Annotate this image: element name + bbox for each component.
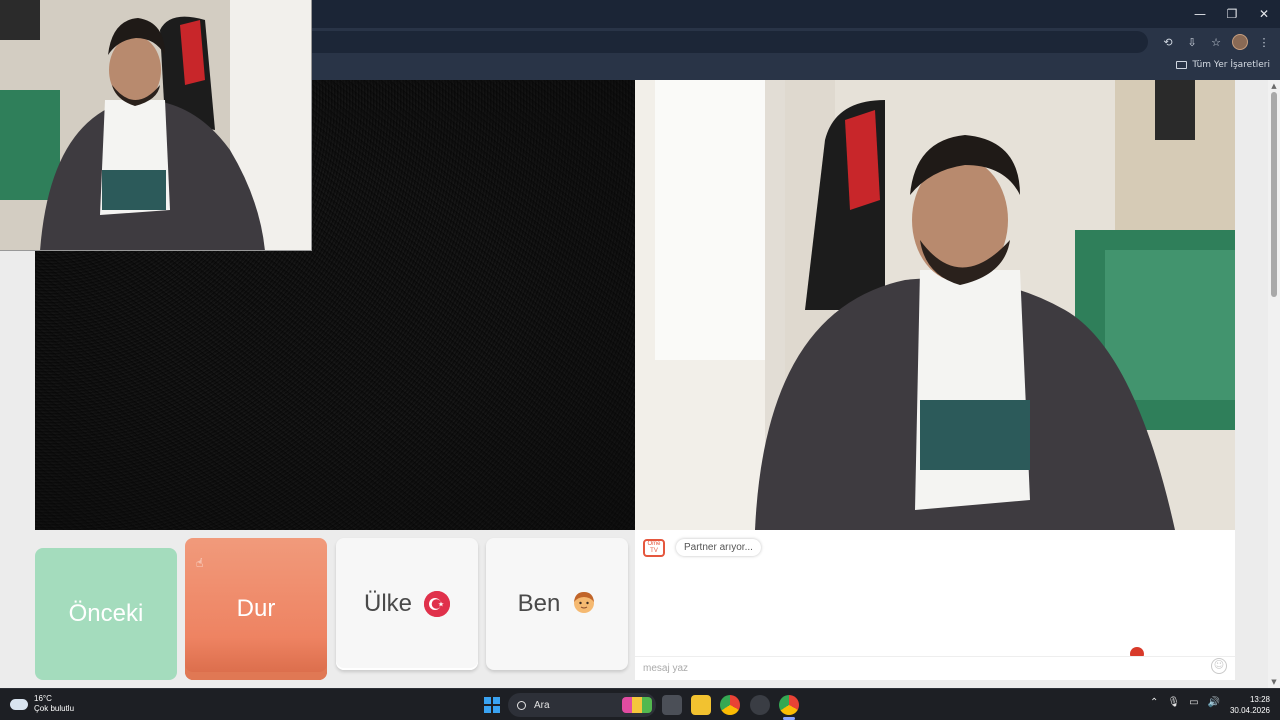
boy-face-icon [572, 590, 596, 618]
file-explorer-icon[interactable] [691, 695, 711, 715]
turkey-flag-icon [424, 591, 450, 617]
windows-taskbar: 16°C Çok bulutlu Ara ⌃ 🎙 ▭ 🔊 13:28 30.04… [0, 688, 1280, 720]
stop-button[interactable]: Dur [185, 538, 327, 680]
cloud-icon [10, 698, 28, 710]
ometv-logo-icon: Ome TV [643, 539, 665, 557]
message-input[interactable]: mesaj yaz [635, 656, 1235, 680]
translate-icon[interactable]: ⟲ [1158, 32, 1178, 52]
scroll-down-icon[interactable]: ▼ [1270, 678, 1278, 686]
profile-avatar-icon[interactable] [1230, 32, 1250, 52]
partner-video-image [635, 80, 1235, 530]
message-input-placeholder: mesaj yaz [643, 663, 689, 674]
windows-start-icon[interactable] [484, 697, 500, 713]
tulips-icon [622, 697, 652, 713]
system-tray: ⌃ 🎙 ▭ 🔊 [1150, 697, 1220, 708]
self-camera-preview [0, 0, 312, 251]
chat-panel: Ome TV Partner arıyor... mesaj yaz ☺ [635, 530, 1235, 680]
timer-app-icon[interactable] [750, 695, 770, 715]
country-button[interactable]: Ülke [336, 538, 478, 670]
display-icon[interactable]: ▭ [1189, 697, 1198, 708]
chat-status-message: Partner arıyor... [676, 539, 761, 556]
taskbar-search-label: Ara [534, 699, 550, 711]
me-button-label: Ben [517, 590, 561, 617]
partner-video [635, 80, 1235, 530]
previous-button-label: Önceki [68, 600, 144, 627]
chrome-icon[interactable] [720, 695, 740, 715]
task-view-icon[interactable] [662, 695, 682, 715]
all-bookmarks-button[interactable]: Tüm Yer İşaretleri [1176, 60, 1270, 70]
self-camera-image [0, 0, 311, 250]
all-bookmarks-label: Tüm Yer İşaretleri [1192, 60, 1270, 70]
chevron-up-icon[interactable]: ⌃ [1150, 697, 1158, 708]
restore-button[interactable]: ❐ [1216, 0, 1248, 28]
window-controls: — ❐ ✕ [1184, 0, 1280, 28]
clock-date: 30.04.2026 [1229, 706, 1270, 715]
close-button[interactable]: ✕ [1248, 0, 1280, 28]
volume-icon[interactable]: 🔊 [1208, 697, 1220, 708]
weather-description: Çok bulutlu [34, 704, 75, 713]
scroll-up-icon[interactable]: ▲ [1270, 82, 1278, 90]
menu-kebab-icon[interactable]: ⋮ [1254, 32, 1274, 52]
system-clock[interactable]: 13:28 30.04.2026 [1230, 694, 1270, 716]
me-button[interactable]: Ben [486, 538, 628, 670]
emoji-icon[interactable]: ☺ [1211, 658, 1227, 674]
page-scrollbar[interactable]: ▲ ▼ [1268, 80, 1280, 688]
bookmark-star-icon[interactable]: ☆ [1206, 32, 1226, 52]
country-button-label: Ülke [363, 590, 412, 617]
stop-button-label: Dur [236, 595, 276, 622]
chrome-profile-icon[interactable] [779, 695, 799, 715]
clock-time: 13:28 [1249, 695, 1270, 704]
install-app-icon[interactable]: ⇩ [1182, 32, 1202, 52]
weather-widget[interactable]: 16°C Çok bulutlu [10, 694, 74, 714]
hand-cursor-icon: ☝ [196, 556, 204, 570]
folder-icon [1176, 61, 1188, 69]
taskbar-search[interactable]: Ara [508, 693, 656, 717]
search-icon [517, 700, 526, 710]
microphone-icon[interactable]: 🎙 [1167, 697, 1180, 708]
weather-temperature: 16°C [34, 694, 52, 703]
previous-button[interactable]: Önceki [35, 548, 177, 680]
minimize-button[interactable]: — [1184, 0, 1216, 28]
scroll-thumb[interactable] [1271, 92, 1277, 297]
